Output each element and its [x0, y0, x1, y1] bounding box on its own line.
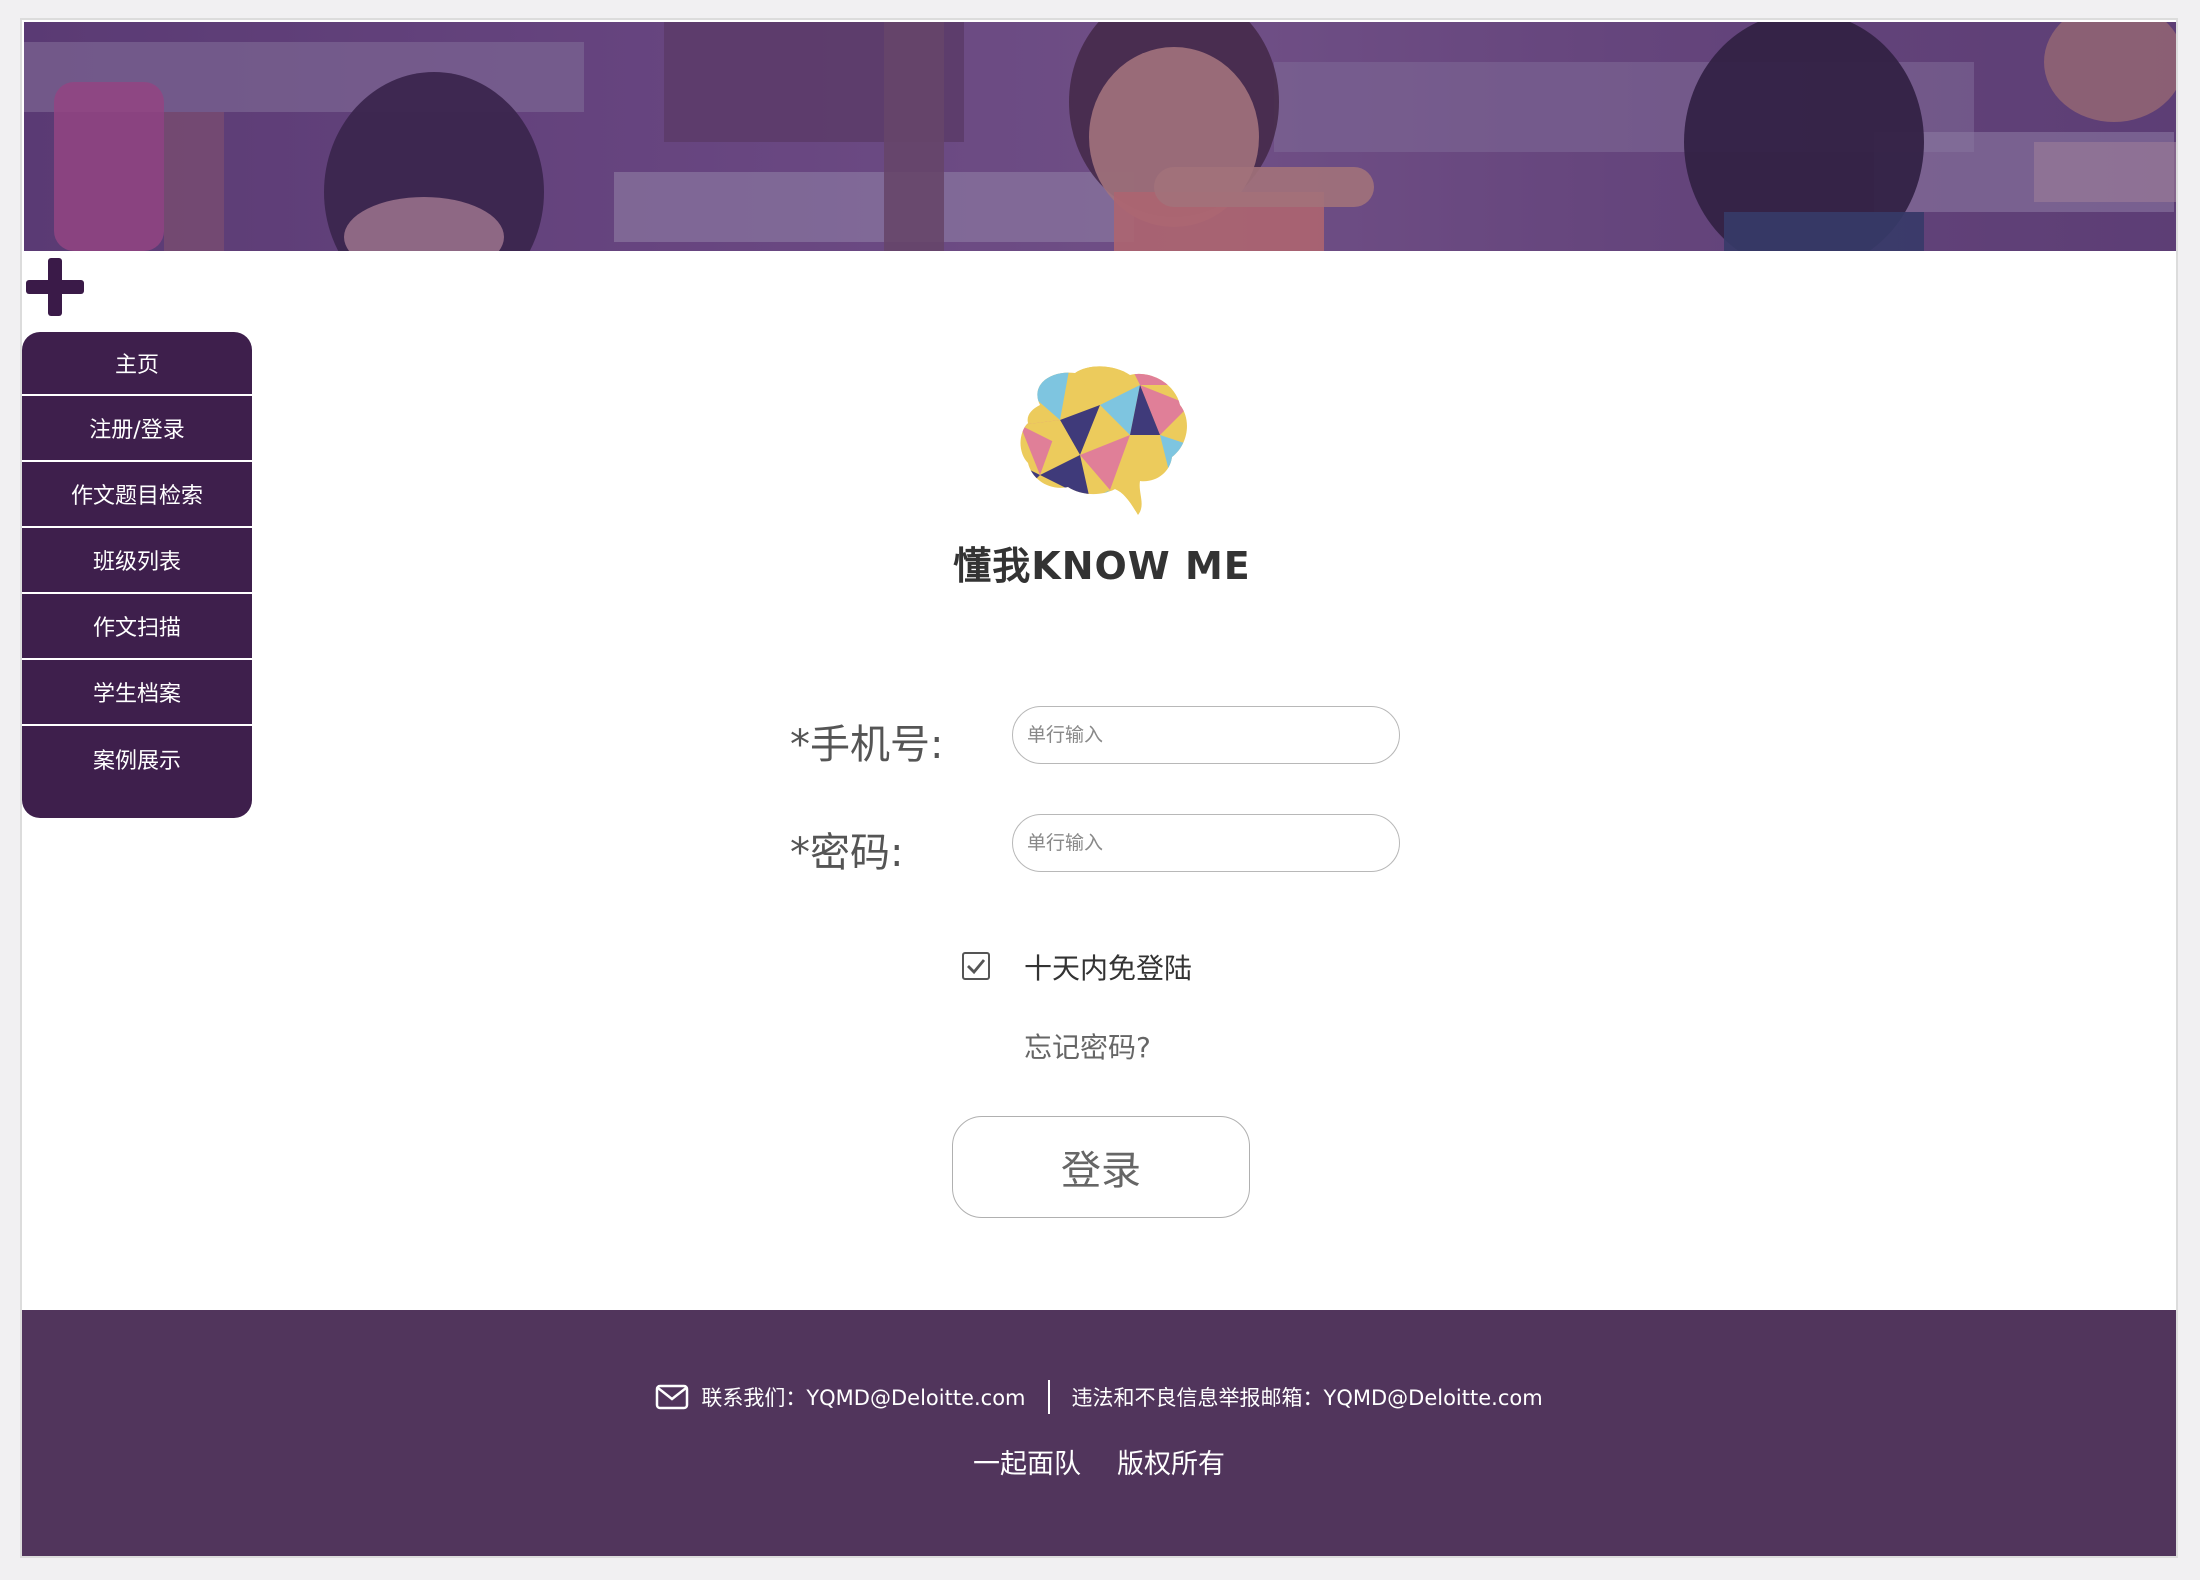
report-email[interactable]: 违法和不良信息举报邮箱：YQMD@Deloitte.com [1072, 1382, 1543, 1412]
sidebar-item-home[interactable]: 主页 [22, 332, 252, 396]
phone-input[interactable] [1012, 706, 1400, 764]
page: 主页 注册/登录 作文题目检索 班级列表 作文扫描 学生档案 案例展示 懂我KN… [20, 18, 2178, 1558]
footer-divider [1047, 1380, 1050, 1414]
logo-text: 懂我KNOW ME [953, 544, 1251, 588]
sidebar-item-essay-scan[interactable]: 作文扫描 [22, 594, 252, 660]
sidebar-item-label: 案例展示 [92, 749, 181, 774]
sidebar-item-register-login[interactable]: 注册/登录 [22, 396, 252, 462]
plus-icon[interactable] [24, 256, 86, 318]
check-icon [967, 959, 986, 975]
sidebar-item-label: 学生档案 [92, 682, 181, 707]
login-button[interactable]: 登录 [952, 1116, 1250, 1218]
footer-copyright: 版权所有 [1117, 1449, 1225, 1480]
sidebar-item-essay-search[interactable]: 作文题目检索 [22, 462, 252, 528]
footer: 联系我们：YQMD@Deloitte.com 违法和不良信息举报邮箱：YQMD@… [22, 1310, 2176, 1556]
remember-checkbox[interactable] [962, 952, 990, 980]
remember-label: 十天内免登陆 [1024, 952, 1193, 985]
mail-icon [655, 1384, 689, 1410]
contact-email[interactable]: 联系我们：YQMD@Deloitte.com [701, 1382, 1025, 1412]
login-button-label: 登录 [1061, 1148, 1141, 1194]
sidebar-item-label: 作文题目检索 [70, 484, 203, 509]
phone-label: *手机号: [790, 722, 944, 768]
sidebar-item-label: 作文扫描 [92, 616, 181, 641]
password-label: *密码: [790, 830, 904, 876]
password-input[interactable] [1012, 814, 1400, 872]
sidebar-item-label: 注册/登录 [89, 418, 185, 443]
banner-image [24, 22, 2176, 251]
sidebar-item-class-list[interactable]: 班级列表 [22, 528, 252, 594]
sidebar-item-student-profile[interactable]: 学生档案 [22, 660, 252, 726]
sidebar-item-cases[interactable]: 案例展示 [22, 726, 252, 792]
sidebar-item-label: 主页 [114, 353, 159, 378]
footer-team: 一起面队 [973, 1449, 1081, 1480]
brain-icon [1020, 366, 1187, 516]
sidebar-nav: 主页 注册/登录 作文题目检索 班级列表 作文扫描 学生档案 案例展示 [22, 332, 252, 818]
classroom-photo [24, 22, 2176, 251]
forgot-password-link[interactable]: 忘记密码? [1024, 1026, 1151, 1066]
sidebar-item-label: 班级列表 [92, 550, 181, 575]
logo: 懂我KNOW ME [942, 345, 1262, 595]
